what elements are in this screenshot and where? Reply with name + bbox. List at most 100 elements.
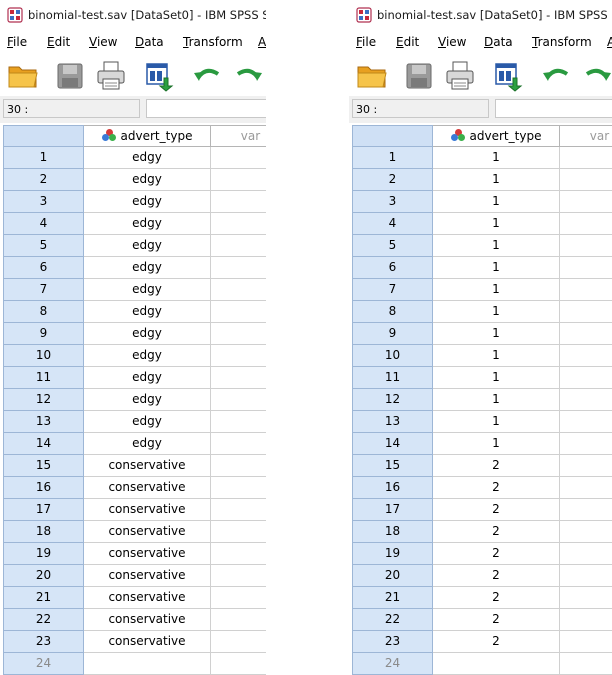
cell-var[interactable]: [211, 367, 266, 389]
column-header-var[interactable]: var: [211, 125, 266, 147]
row-number[interactable]: 17: [3, 499, 84, 521]
row-number[interactable]: 16: [352, 477, 433, 499]
cell-advert-type[interactable]: edgy: [84, 301, 211, 323]
cell-var[interactable]: [211, 323, 266, 345]
row-number[interactable]: 5: [352, 235, 433, 257]
cell-advert-type[interactable]: 2: [433, 565, 560, 587]
row-number[interactable]: 19: [352, 543, 433, 565]
row-number[interactable]: 20: [352, 565, 433, 587]
cell-advert-type[interactable]: edgy: [84, 191, 211, 213]
row-number[interactable]: 5: [3, 235, 84, 257]
cell-var[interactable]: [560, 389, 612, 411]
cell-advert-type[interactable]: conservative: [84, 477, 211, 499]
table-row[interactable]: 11 edgy: [3, 367, 266, 389]
menu-transform[interactable]: Transform: [183, 35, 243, 49]
cell-var[interactable]: [211, 477, 266, 499]
cell-var[interactable]: [211, 345, 266, 367]
cell-advert-type[interactable]: edgy: [84, 169, 211, 191]
row-number[interactable]: 13: [3, 411, 84, 433]
cell-advert-type[interactable]: edgy: [84, 345, 211, 367]
cell-advert-type[interactable]: edgy: [84, 213, 211, 235]
undo-icon[interactable]: [539, 58, 573, 92]
cell-reference-field[interactable]: 30 :: [3, 99, 140, 118]
cell-advert-type[interactable]: conservative: [84, 587, 211, 609]
table-row[interactable]: 21 2: [352, 587, 612, 609]
cell-var[interactable]: [560, 345, 612, 367]
cell-var[interactable]: [560, 411, 612, 433]
row-number[interactable]: 3: [3, 191, 84, 213]
row-number[interactable]: 16: [3, 477, 84, 499]
undo-icon[interactable]: [190, 58, 224, 92]
table-row[interactable]: 81: [352, 301, 612, 323]
cell-var[interactable]: [560, 323, 612, 345]
save-icon[interactable]: [53, 58, 87, 92]
cell-advert-type[interactable]: conservative: [84, 631, 211, 653]
row-number[interactable]: 23: [352, 631, 433, 653]
menu-file[interactable]: File: [7, 35, 27, 49]
row-number[interactable]: 18: [352, 521, 433, 543]
cell-advert-type[interactable]: 1: [433, 235, 560, 257]
cell-advert-type[interactable]: 1: [433, 301, 560, 323]
row-number[interactable]: 6: [3, 257, 84, 279]
cell-advert-type[interactable]: edgy: [84, 367, 211, 389]
cell-var[interactable]: [560, 521, 612, 543]
table-row[interactable]: 15 conservative: [3, 455, 266, 477]
cell-var[interactable]: [211, 411, 266, 433]
menu-analyze[interactable]: Analyze: [607, 35, 612, 49]
row-number[interactable]: 21: [3, 587, 84, 609]
cell-var[interactable]: [211, 455, 266, 477]
table-row[interactable]: 16 2: [352, 477, 612, 499]
grid-corner[interactable]: [3, 125, 84, 147]
row-number[interactable]: 8: [3, 301, 84, 323]
cell-var[interactable]: [560, 301, 612, 323]
cell-reference-field[interactable]: 30 :: [352, 99, 489, 118]
cell-var[interactable]: [560, 433, 612, 455]
cell-advert-type[interactable]: edgy: [84, 433, 211, 455]
table-row[interactable]: 21 conservative: [3, 587, 266, 609]
cell-var[interactable]: [560, 653, 612, 675]
row-number[interactable]: 6: [352, 257, 433, 279]
table-row[interactable]: 7 edgy: [3, 279, 266, 301]
table-row[interactable]: 9 edgy: [3, 323, 266, 345]
cell-var[interactable]: [560, 499, 612, 521]
row-number[interactable]: 7: [352, 279, 433, 301]
cell-advert-type[interactable]: 2: [433, 477, 560, 499]
table-row[interactable]: 13 edgy: [3, 411, 266, 433]
row-number[interactable]: 4: [352, 213, 433, 235]
column-header-advert-type[interactable]: advert_type: [84, 125, 211, 147]
table-row[interactable]: 22 conservative: [3, 609, 266, 631]
cell-var[interactable]: [211, 301, 266, 323]
row-number[interactable]: 8: [352, 301, 433, 323]
cell-var[interactable]: [211, 213, 266, 235]
row-number[interactable]: 24: [3, 653, 84, 675]
row-number[interactable]: 9: [352, 323, 433, 345]
open-folder-icon[interactable]: [355, 58, 389, 92]
cell-advert-type[interactable]: 1: [433, 257, 560, 279]
cell-advert-type[interactable]: 1: [433, 433, 560, 455]
cell-advert-type[interactable]: 2: [433, 543, 560, 565]
redo-icon[interactable]: [232, 58, 266, 92]
table-row[interactable]: 11 1: [352, 367, 612, 389]
row-number[interactable]: 23: [3, 631, 84, 653]
print-icon[interactable]: [443, 58, 477, 92]
cell-var[interactable]: [211, 433, 266, 455]
table-row[interactable]: 10 edgy: [3, 345, 266, 367]
table-row[interactable]: 24: [3, 653, 266, 675]
cell-advert-type[interactable]: edgy: [84, 147, 211, 169]
cell-advert-type[interactable]: conservative: [84, 521, 211, 543]
cell-advert-type[interactable]: 1: [433, 323, 560, 345]
row-number[interactable]: 14: [352, 433, 433, 455]
cell-var[interactable]: [211, 521, 266, 543]
redo-icon[interactable]: [581, 58, 612, 92]
row-number[interactable]: 10: [3, 345, 84, 367]
cell-var[interactable]: [211, 631, 266, 653]
table-row[interactable]: 14 1: [352, 433, 612, 455]
dialog-recall-icon[interactable]: [142, 58, 176, 92]
cell-advert-type[interactable]: 2: [433, 609, 560, 631]
table-row[interactable]: 6 edgy: [3, 257, 266, 279]
cell-advert-type[interactable]: conservative: [84, 455, 211, 477]
row-number[interactable]: 4: [3, 213, 84, 235]
row-number[interactable]: 19: [3, 543, 84, 565]
dialog-recall-icon[interactable]: [491, 58, 525, 92]
table-row[interactable]: 31: [352, 191, 612, 213]
